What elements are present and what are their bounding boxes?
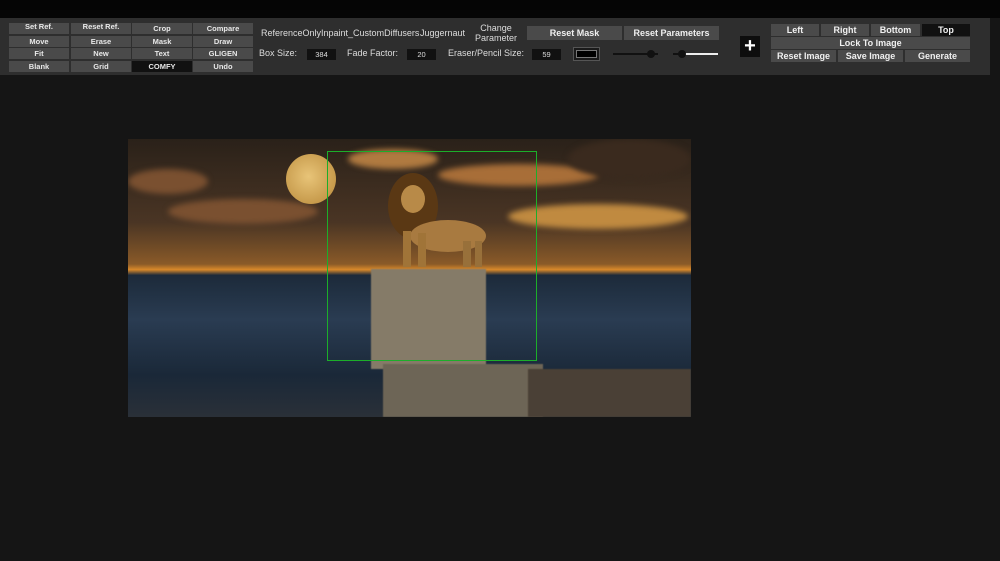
inpaint-selection-box[interactable] [327,151,537,361]
tool-button-comfy[interactable]: COMFY [132,61,192,72]
tool-button-mask[interactable]: Mask [132,36,192,47]
tool-button-draw[interactable]: Draw [193,36,253,47]
eraser-size-input[interactable]: 59 [532,49,561,60]
cloud [568,139,691,179]
reset-mask-button[interactable]: Reset Mask [527,26,622,40]
direction-top-button[interactable]: Top [922,24,970,36]
image-canvas[interactable] [128,139,691,417]
direction-left-button[interactable]: Left [771,24,819,36]
tool-button-move[interactable]: Move [9,36,69,47]
rock-base [383,364,543,417]
tool-button-undo[interactable]: Undo [193,61,253,72]
reset-image-button[interactable]: Reset Image [771,50,836,62]
fade-factor-input[interactable]: 20 [407,49,436,60]
box-size-label: Box Size: [259,48,298,58]
tool-button-blank[interactable]: Blank [9,61,69,72]
tool-button-set-ref[interactable]: Set Ref. [9,23,69,34]
save-image-button[interactable]: Save Image [838,50,903,62]
lock-to-image-button[interactable]: Lock To Image [771,37,970,49]
tool-button-erase[interactable]: Erase [71,36,131,47]
slider-1-handle[interactable] [647,50,656,58]
direction-right-button[interactable]: Right [821,24,869,36]
pipeline-label: ReferenceOnlyInpaint_CustomDiffusers [261,28,420,38]
slider-2-handle[interactable] [678,50,686,58]
tool-button-compare[interactable]: Compare [193,23,253,34]
toolbar: ReferenceOnlyInpaint_CustomDiffusers Jug… [0,18,990,75]
tool-button-crop[interactable]: Crop [132,23,192,34]
direction-bottom-button[interactable]: Bottom [871,24,920,36]
tool-button-new[interactable]: New [71,48,131,59]
checkpoint-label: Juggernaut [420,28,466,38]
reset-parameters-button[interactable]: Reset Parameters [624,26,719,40]
cloud [168,199,318,224]
color-swatch [576,50,597,58]
eraser-size-label: Eraser/Pencil Size: [448,48,525,58]
generate-button[interactable]: Generate [905,50,970,62]
cloud [128,169,208,194]
tool-button-text[interactable]: Text [132,48,192,59]
tool-button-grid[interactable]: Grid [71,61,131,72]
shore [528,369,691,417]
top-strip [0,0,1000,18]
add-button[interactable]: + [740,36,760,57]
fade-factor-label: Fade Factor: [347,48,399,58]
slider-2[interactable] [673,50,718,58]
tool-button-gligen[interactable]: GLIGEN [193,48,253,59]
box-size-input[interactable]: 384 [307,49,336,60]
pencil-color-picker[interactable] [573,47,600,61]
change-parameter-button[interactable]: Change Parameter [475,23,517,43]
tool-button-reset-ref[interactable]: Reset Ref. [71,23,131,34]
slider-1[interactable] [613,50,658,58]
tool-button-fit[interactable]: Fit [9,48,69,59]
